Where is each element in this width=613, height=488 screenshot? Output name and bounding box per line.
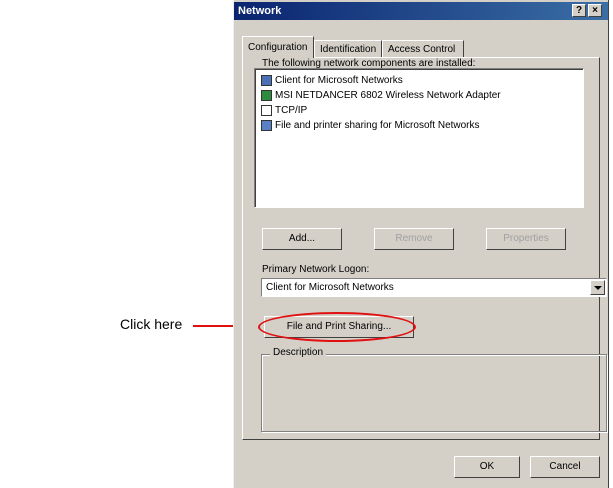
primary-logon-select[interactable]: Client for Microsoft Networks xyxy=(261,278,607,297)
properties-button[interactable]: Properties xyxy=(486,228,566,250)
tab-access-control[interactable]: Access Control xyxy=(382,40,464,58)
service-icon xyxy=(261,120,272,131)
tab-identification[interactable]: Identification xyxy=(314,40,382,58)
remove-button[interactable]: Remove xyxy=(374,228,454,250)
client-icon xyxy=(261,75,272,86)
tab-configuration[interactable]: Configuration xyxy=(242,36,314,58)
list-item-label: TCP/IP xyxy=(275,105,308,116)
chevron-down-icon[interactable] xyxy=(590,280,605,295)
components-list[interactable]: Client for Microsoft Networks MSI NETDAN… xyxy=(254,68,584,208)
title-bar: Network ? × xyxy=(234,2,608,20)
list-item[interactable]: MSI NETDANCER 6802 Wireless Network Adap… xyxy=(261,88,501,103)
list-item[interactable]: Client for Microsoft Networks xyxy=(261,73,403,88)
protocol-icon xyxy=(261,105,272,116)
add-button[interactable]: Add... xyxy=(262,228,342,250)
cancel-button[interactable]: Cancel xyxy=(530,456,600,478)
help-button[interactable]: ? xyxy=(572,4,586,17)
callout-highlight-ellipse xyxy=(258,312,416,342)
list-item-label: MSI NETDANCER 6802 Wireless Network Adap… xyxy=(275,90,501,101)
adapter-icon xyxy=(261,90,272,101)
primary-logon-value: Client for Microsoft Networks xyxy=(266,282,394,293)
description-group xyxy=(261,354,607,432)
primary-logon-label: Primary Network Logon: xyxy=(262,264,370,275)
list-item-label: File and printer sharing for Microsoft N… xyxy=(275,120,480,131)
close-button[interactable]: × xyxy=(588,4,602,17)
list-item-label: Client for Microsoft Networks xyxy=(275,75,403,86)
ok-button[interactable]: OK xyxy=(454,456,520,478)
description-label: Description xyxy=(270,347,327,358)
window-title: Network xyxy=(238,5,282,17)
callout-label: Click here xyxy=(120,316,183,332)
list-item[interactable]: File and printer sharing for Microsoft N… xyxy=(261,118,480,133)
list-item[interactable]: TCP/IP xyxy=(261,103,307,118)
